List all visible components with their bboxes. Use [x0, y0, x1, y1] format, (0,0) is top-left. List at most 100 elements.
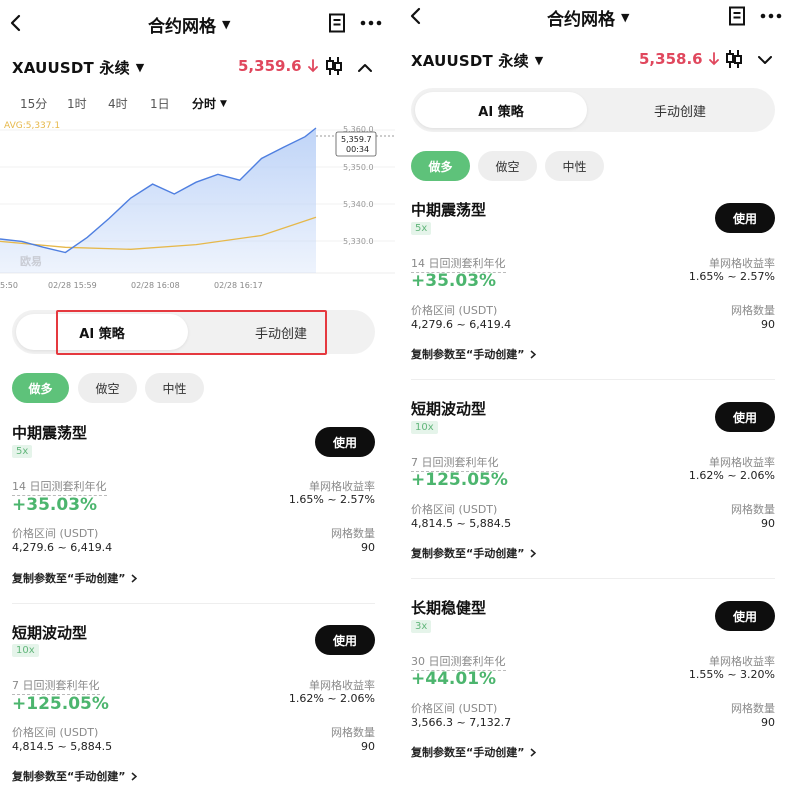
range-value: 4,814.5 ~ 5,884.5: [12, 740, 113, 753]
range-label: 价格区间 (USDT): [12, 726, 99, 739]
grid-count-label: 网格数量: [331, 726, 375, 739]
price-area-fill: [0, 128, 316, 273]
apy-value: +35.03%: [12, 495, 98, 515]
copy-params-text: 复制参数至“手动创建”: [411, 746, 525, 759]
copy-params-text: 复制参数至“手动创建”: [12, 572, 126, 585]
caret-down-icon: ▼: [534, 54, 544, 67]
leverage-badge: 5x: [411, 222, 432, 235]
filter-long[interactable]: 做多: [411, 151, 470, 181]
tab-ai-strategy[interactable]: AI 策略: [415, 92, 587, 128]
card-separator: [12, 603, 375, 604]
nav-title-text: 合约网格: [148, 17, 216, 37]
highlight-box: [56, 310, 327, 355]
filter-neutral[interactable]: 中性: [145, 373, 204, 403]
strategy-title: 长期稳健型: [411, 599, 487, 617]
caret-down-icon: ▼: [135, 61, 145, 74]
candlestick-icon[interactable]: [322, 55, 346, 77]
right-screen: 合约网格 ▼ XAUUSDT 永续 ▼ 5,358.6 AI 策略 手动创建 做…: [400, 0, 800, 795]
document-icon[interactable]: [326, 12, 348, 34]
document-icon[interactable]: [726, 5, 748, 27]
x-tick: 02/28 16:17: [214, 281, 263, 290]
range-value: 4,279.6 ~ 6,419.4: [411, 318, 512, 331]
countdown: 00:34: [346, 145, 369, 154]
last-price-value: 5,358.6: [639, 50, 703, 68]
collapse-chevron-icon[interactable]: [354, 57, 376, 77]
backtest-label[interactable]: 7 日回测套利年化: [12, 677, 100, 695]
expand-chevron-icon[interactable]: [754, 50, 776, 70]
chevron-right-icon: [131, 771, 138, 781]
copy-params-link[interactable]: 复制参数至“手动创建”: [411, 545, 537, 561]
chevron-right-icon: [530, 349, 537, 359]
nav-title[interactable]: 合约网格 ▼: [547, 5, 629, 30]
price-chart[interactable]: AVG:5,337.1 5,360.0 5,350.0 5,340.0 5,33…: [0, 115, 395, 295]
tab-manual-create[interactable]: 手动创建: [589, 92, 771, 128]
range-label: 价格区间 (USDT): [411, 702, 498, 715]
filter-short[interactable]: 做空: [478, 151, 537, 181]
per-grid-value: 1.65% ~ 2.57%: [688, 270, 775, 283]
back-icon[interactable]: [404, 5, 426, 27]
grid-count-label: 网格数量: [731, 503, 775, 516]
y-tick: 5,350.0: [343, 163, 374, 172]
copy-params-link[interactable]: 复制参数至“手动创建”: [12, 570, 138, 586]
range-label: 价格区间 (USDT): [12, 527, 99, 540]
per-grid-label: 单网格收益率: [309, 480, 375, 493]
filter-long[interactable]: 做多: [12, 373, 69, 403]
x-tick: 5:50: [0, 281, 18, 290]
range-value: 4,814.5 ~ 5,884.5: [411, 517, 512, 530]
symbol-text: XAUUSDT 永续: [411, 52, 529, 70]
tf-15m[interactable]: 15分: [20, 95, 47, 112]
back-icon[interactable]: [4, 12, 26, 34]
filter-short[interactable]: 做空: [78, 373, 137, 403]
symbol-selector[interactable]: XAUUSDT 永续 ▼: [12, 57, 144, 78]
leverage-badge: 3x: [411, 620, 432, 633]
grid-count-value: 90: [761, 517, 775, 530]
more-icon[interactable]: [358, 12, 384, 34]
nav-title[interactable]: 合约网格 ▼: [148, 12, 230, 37]
use-button[interactable]: 使用: [715, 601, 775, 631]
copy-params-text: 复制参数至“手动创建”: [12, 770, 126, 783]
symbol-text: XAUUSDT 永续: [12, 59, 130, 77]
symbol-selector[interactable]: XAUUSDT 永续 ▼: [411, 50, 543, 71]
watermark: 欧易: [20, 254, 42, 268]
backtest-label[interactable]: 14 日回测套利年化: [12, 478, 107, 496]
y-tick: 5,330.0: [343, 237, 374, 246]
more-icon[interactable]: [758, 5, 784, 27]
copy-params-link[interactable]: 复制参数至“手动创建”: [12, 768, 138, 784]
per-grid-label: 单网格收益率: [709, 655, 775, 668]
copy-params-link[interactable]: 复制参数至“手动创建”: [411, 346, 537, 362]
tf-4h[interactable]: 4时: [108, 95, 128, 112]
arrow-down-icon: [708, 52, 719, 66]
per-grid-value: 1.62% ~ 2.06%: [688, 469, 775, 482]
caret-down-icon: ▼: [222, 18, 231, 31]
apy-value: +125.05%: [411, 470, 508, 490]
range-value: 4,279.6 ~ 6,419.4: [12, 541, 113, 554]
tf-time-sharing[interactable]: 分时 ▼: [192, 95, 227, 112]
use-button[interactable]: 使用: [715, 203, 775, 233]
tf-1d[interactable]: 1日: [150, 95, 170, 112]
use-button[interactable]: 使用: [715, 402, 775, 432]
strategy-title: 中期震荡型: [411, 201, 487, 219]
filter-neutral[interactable]: 中性: [545, 151, 604, 181]
apy-value: +44.01%: [411, 669, 497, 689]
grid-count-label: 网格数量: [731, 304, 775, 317]
last-price: 5,359.6: [238, 57, 318, 75]
chevron-right-icon: [530, 747, 537, 757]
avg-label: AVG:5,337.1: [4, 121, 60, 131]
tf-time-sharing-label: 分时: [192, 97, 217, 111]
grid-count-label: 网格数量: [731, 702, 775, 715]
use-button[interactable]: 使用: [315, 427, 375, 457]
strategy-title: 中期震荡型: [12, 424, 88, 442]
leverage-badge: 10x: [12, 644, 39, 657]
candlestick-icon[interactable]: [722, 48, 746, 70]
per-grid-label: 单网格收益率: [709, 257, 775, 270]
range-label: 价格区间 (USDT): [411, 304, 498, 317]
per-grid-label: 单网格收益率: [309, 679, 375, 692]
use-button[interactable]: 使用: [315, 625, 375, 655]
tf-1h[interactable]: 1时: [67, 95, 87, 112]
leverage-badge: 10x: [411, 421, 438, 434]
price-tag: 5,359.7: [341, 135, 372, 144]
copy-params-text: 复制参数至“手动创建”: [411, 348, 525, 361]
card-separator: [411, 578, 775, 579]
copy-params-link[interactable]: 复制参数至“手动创建”: [411, 744, 537, 760]
caret-down-icon: ▼: [220, 98, 227, 109]
